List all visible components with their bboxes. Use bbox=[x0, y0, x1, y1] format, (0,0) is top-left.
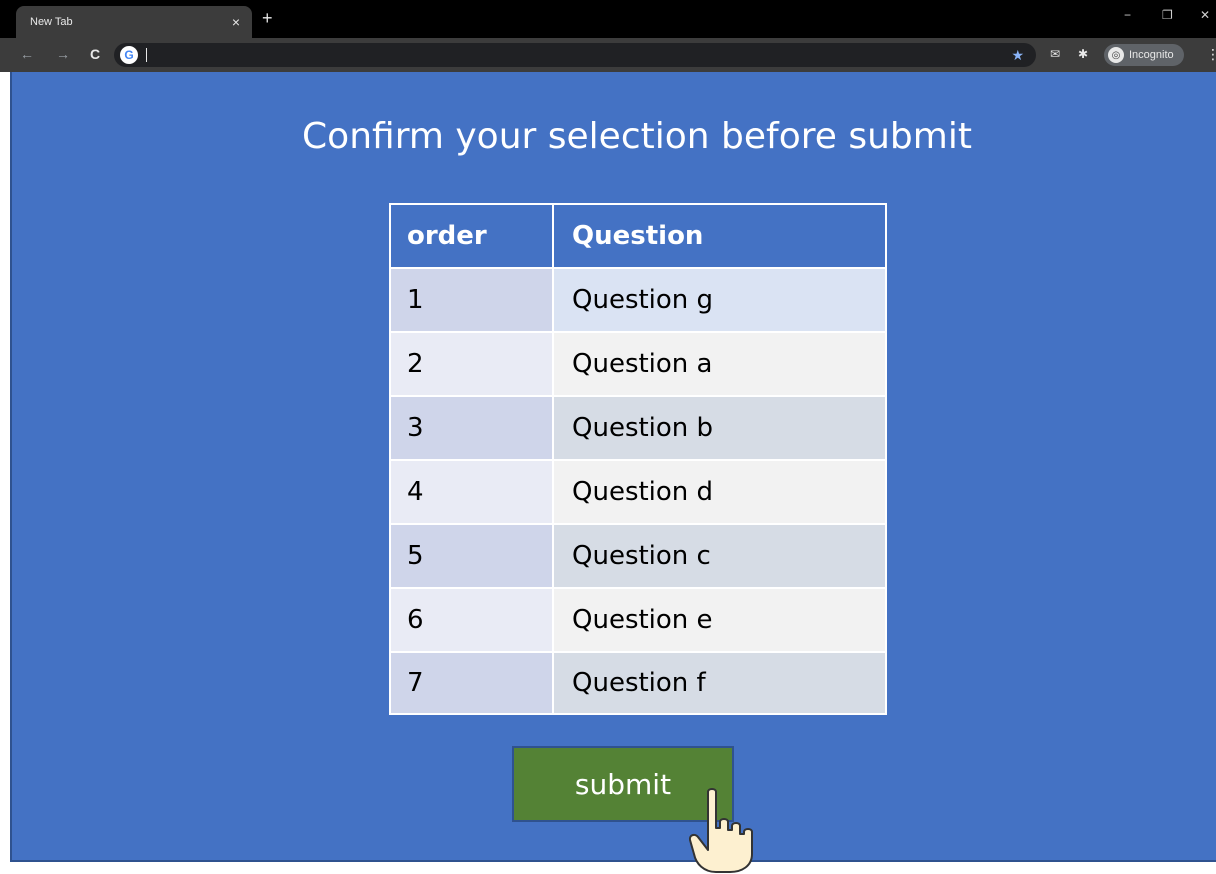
table-row: 3 Question b bbox=[391, 397, 885, 461]
order-cell: 5 bbox=[391, 525, 554, 587]
question-cell: Question a bbox=[554, 333, 885, 395]
page-content: Confirm your selection before submit ord… bbox=[10, 72, 1216, 873]
back-icon[interactable]: ← bbox=[20, 46, 34, 62]
tab-title: New Tab bbox=[30, 16, 73, 28]
tab-strip: New Tab × + − ❐ ✕ bbox=[0, 0, 1216, 38]
order-cell: 1 bbox=[391, 269, 554, 331]
order-cell: 4 bbox=[391, 461, 554, 523]
new-tab-icon[interactable]: + bbox=[262, 9, 273, 27]
incognito-badge[interactable]: ◎ Incognito bbox=[1104, 44, 1184, 66]
browser-toolbar: ← → C G ★ ✉ ✱ ◎ Incognito ⋮ bbox=[0, 38, 1216, 72]
mail-extension-icon[interactable]: ✉ bbox=[1050, 47, 1060, 61]
tab-new-tab[interactable]: New Tab × bbox=[16, 6, 252, 38]
text-cursor bbox=[146, 48, 147, 62]
question-cell: Question f bbox=[554, 653, 885, 713]
restore-icon[interactable]: ❐ bbox=[1162, 8, 1173, 22]
table-row: 1 Question g bbox=[391, 269, 885, 333]
table-row: 6 Question e bbox=[391, 589, 885, 653]
extensions-puzzle-icon[interactable]: ✱ bbox=[1078, 47, 1088, 61]
table-header-row: order Question bbox=[391, 205, 885, 269]
hand-pointer-icon bbox=[688, 788, 753, 873]
order-cell: 6 bbox=[391, 589, 554, 651]
incognito-label: Incognito bbox=[1129, 49, 1174, 61]
table-row: 5 Question c bbox=[391, 525, 885, 589]
order-cell: 7 bbox=[391, 653, 554, 713]
table-row: 7 Question f bbox=[391, 653, 885, 713]
close-window-icon[interactable]: ✕ bbox=[1200, 8, 1210, 22]
order-cell: 3 bbox=[391, 397, 554, 459]
browser-menu-icon[interactable]: ⋮ bbox=[1206, 46, 1216, 62]
minimize-icon[interactable]: − bbox=[1124, 8, 1131, 22]
google-logo-icon: G bbox=[120, 46, 138, 64]
forward-icon[interactable]: → bbox=[56, 46, 70, 62]
question-cell: Question b bbox=[554, 397, 885, 459]
question-cell: Question c bbox=[554, 525, 885, 587]
page-title: Confirm your selection before submit bbox=[302, 116, 972, 157]
question-cell: Question d bbox=[554, 461, 885, 523]
question-cell: Question e bbox=[554, 589, 885, 651]
bookmark-star-icon[interactable]: ★ bbox=[1011, 46, 1024, 64]
table-row: 4 Question d bbox=[391, 461, 885, 525]
selection-table: order Question 1 Question g 2 Question a… bbox=[389, 203, 887, 715]
tab-close-icon[interactable]: × bbox=[232, 14, 240, 30]
header-question: Question bbox=[572, 221, 704, 251]
reload-icon[interactable]: C bbox=[90, 46, 100, 62]
order-cell: 2 bbox=[391, 333, 554, 395]
address-bar[interactable]: G ★ bbox=[114, 43, 1036, 67]
table-row: 2 Question a bbox=[391, 333, 885, 397]
header-order: order bbox=[391, 205, 554, 267]
question-cell: Question g bbox=[554, 269, 885, 331]
incognito-icon: ◎ bbox=[1108, 47, 1124, 63]
